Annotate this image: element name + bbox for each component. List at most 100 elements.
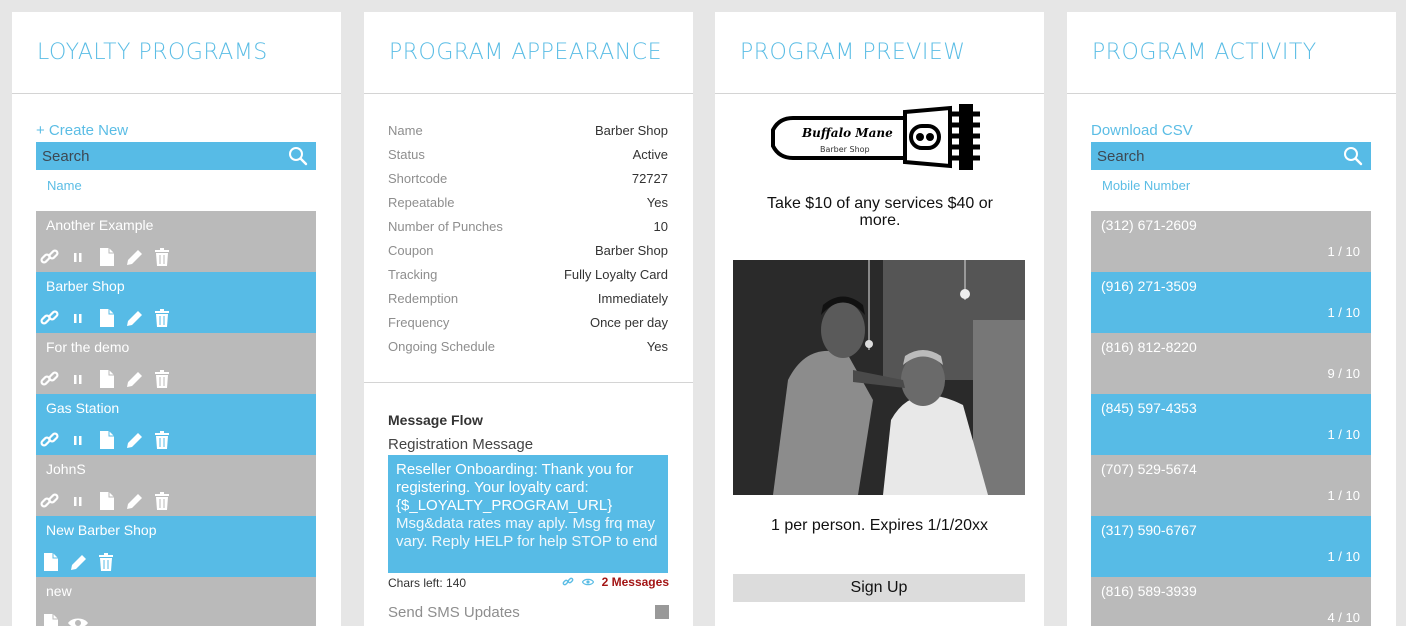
- document-icon[interactable]: [95, 308, 117, 328]
- document-icon[interactable]: [95, 369, 117, 389]
- search-icon[interactable]: [288, 146, 308, 166]
- pencil-icon[interactable]: [123, 369, 145, 389]
- list-item[interactable]: new: [36, 577, 316, 626]
- field-label: Tracking: [388, 267, 438, 282]
- table-row[interactable]: (916) 271-3509 1 / 10: [1091, 272, 1371, 333]
- pencil-icon[interactable]: [67, 552, 89, 572]
- pause-icon[interactable]: [67, 308, 89, 328]
- barber-photo: [733, 260, 1025, 495]
- pencil-icon[interactable]: [123, 491, 145, 511]
- field-row: Shortcode 72727: [388, 171, 668, 186]
- document-icon[interactable]: [95, 247, 117, 267]
- send-sms-updates-checkbox[interactable]: [655, 605, 669, 619]
- eye-icon[interactable]: [67, 613, 89, 626]
- table-row[interactable]: (845) 597-4353 1 / 10: [1091, 394, 1371, 455]
- panel-title: PROGRAM ACTIVITY: [1092, 40, 1317, 65]
- field-value: 10: [653, 219, 668, 234]
- registration-message-box[interactable]: Reseller Onboarding: Thank you for regis…: [388, 455, 668, 573]
- link-icon[interactable]: [39, 491, 61, 511]
- list-item[interactable]: New Barber Shop: [36, 516, 316, 577]
- panel-header: PROGRAM PREVIEW: [715, 12, 1044, 94]
- field-row: Name Barber Shop: [388, 123, 668, 138]
- field-row: Frequency Once per day: [388, 315, 668, 330]
- field-value: Barber Shop: [595, 123, 668, 138]
- document-icon[interactable]: [39, 552, 61, 572]
- pencil-icon[interactable]: [123, 308, 145, 328]
- field-label: Shortcode: [388, 171, 448, 186]
- field-label: Ongoing Schedule: [388, 339, 495, 354]
- column-header-mobile-number[interactable]: Mobile Number: [1102, 178, 1190, 193]
- pause-icon[interactable]: [67, 430, 89, 450]
- phone-number: (816) 812-8220: [1101, 339, 1197, 355]
- table-row[interactable]: (816) 812-8220 9 / 10: [1091, 333, 1371, 394]
- trash-icon[interactable]: [151, 369, 173, 389]
- link-icon[interactable]: [39, 247, 61, 267]
- phone-number: (845) 597-4353: [1101, 400, 1197, 416]
- pencil-icon[interactable]: [123, 430, 145, 450]
- messages-count[interactable]: 2 Messages: [602, 575, 669, 589]
- field-value: Once per day: [589, 315, 668, 330]
- trash-icon[interactable]: [151, 430, 173, 450]
- document-icon[interactable]: [39, 613, 61, 626]
- trash-icon[interactable]: [95, 552, 117, 572]
- column-header-name[interactable]: Name: [47, 178, 82, 193]
- sign-up-button[interactable]: Sign Up: [733, 574, 1025, 602]
- list-item[interactable]: Another Example: [36, 211, 316, 272]
- link-icon[interactable]: [39, 308, 61, 328]
- list-item[interactable]: Gas Station: [36, 394, 316, 455]
- table-row[interactable]: (816) 589-3939 4 / 10: [1091, 577, 1371, 626]
- link-icon[interactable]: [39, 369, 61, 389]
- create-new-link[interactable]: + Create New: [36, 122, 128, 139]
- field-label: Repeatable: [388, 195, 455, 210]
- pause-icon[interactable]: [67, 369, 89, 389]
- list-item[interactable]: Barber Shop: [36, 272, 316, 333]
- trash-icon[interactable]: [151, 308, 173, 328]
- chars-left: Chars left: 140: [388, 576, 467, 590]
- list-item[interactable]: JohnS: [36, 455, 316, 516]
- field-label: Number of Punches: [388, 219, 503, 234]
- pencil-icon[interactable]: [123, 247, 145, 267]
- field-label: Redemption: [388, 291, 459, 306]
- field-row: Status Active: [388, 147, 668, 162]
- field-value: Immediately: [597, 291, 668, 306]
- panel-header: PROGRAM APPEARANCE: [364, 12, 693, 94]
- phone-number: (312) 671-2609: [1101, 217, 1197, 233]
- message-flow-title: Message Flow: [388, 412, 483, 428]
- link-icon[interactable]: [562, 576, 574, 588]
- field-value: Yes: [646, 195, 668, 210]
- offer-text: Take $10 of any services $40 or more.: [767, 195, 993, 229]
- program-name: Gas Station: [46, 400, 120, 416]
- logo-title: Buffalo Mane: [801, 126, 893, 140]
- program-name: New Barber Shop: [46, 522, 157, 538]
- divider: [364, 382, 693, 383]
- panel-title: PROGRAM PREVIEW: [740, 40, 966, 65]
- document-icon[interactable]: [95, 430, 117, 450]
- phone-number: (916) 271-3509: [1101, 278, 1197, 294]
- message-main-text: Reseller Onboarding: Thank you for regis…: [396, 461, 634, 514]
- document-icon[interactable]: [95, 491, 117, 511]
- trash-icon[interactable]: [151, 247, 173, 267]
- eye-icon[interactable]: [581, 576, 594, 588]
- search-input[interactable]: Search: [1091, 142, 1371, 170]
- list-item[interactable]: For the demo: [36, 333, 316, 394]
- program-name: Barber Shop: [46, 278, 125, 294]
- table-row[interactable]: (707) 529-5674 1 / 10: [1091, 455, 1371, 516]
- punch-count: 1 / 10: [1327, 488, 1360, 503]
- punch-count: 4 / 10: [1327, 610, 1360, 625]
- field-row: Repeatable Yes: [388, 195, 668, 210]
- search-input[interactable]: Search: [36, 142, 316, 170]
- pause-icon[interactable]: [67, 491, 89, 511]
- field-row: Ongoing Schedule Yes: [388, 339, 668, 354]
- search-icon[interactable]: [1343, 146, 1363, 166]
- panel-header: LOYALTY PROGRAMS: [12, 12, 341, 94]
- phone-number: (707) 529-5674: [1101, 461, 1197, 477]
- field-label: Coupon: [388, 243, 434, 258]
- table-row[interactable]: (312) 671-2609 1 / 10: [1091, 211, 1371, 272]
- download-csv-link[interactable]: Download CSV: [1091, 122, 1193, 139]
- punch-count: 1 / 10: [1327, 549, 1360, 564]
- punch-count: 1 / 10: [1327, 244, 1360, 259]
- pause-icon[interactable]: [67, 247, 89, 267]
- table-row[interactable]: (317) 590-6767 1 / 10: [1091, 516, 1371, 577]
- trash-icon[interactable]: [151, 491, 173, 511]
- link-icon[interactable]: [39, 430, 61, 450]
